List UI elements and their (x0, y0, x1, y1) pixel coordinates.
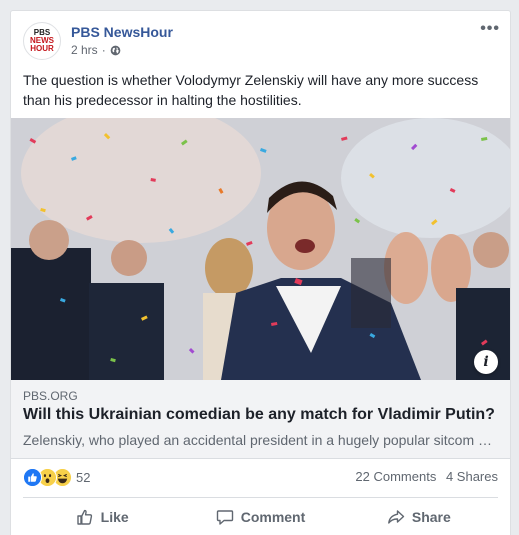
post-card: PBS NEWS HOUR PBS NewsHour 2 hrs · ••• T… (10, 10, 511, 535)
post-timestamp[interactable]: 2 hrs (71, 43, 98, 57)
share-label: Share (411, 509, 451, 525)
link-title[interactable]: Will this Ukrainian comedian be any matc… (23, 406, 495, 424)
info-icon[interactable]: i (474, 350, 498, 374)
engagement-counts: 22 Comments 4 Shares (349, 469, 498, 484)
share-button[interactable]: Share (340, 501, 498, 533)
post-text: The question is whether Volodymyr Zelens… (23, 72, 479, 108)
link-domain: PBS.ORG (23, 389, 78, 403)
comment-icon (216, 510, 233, 525)
post-stats: 52 22 Comments 4 Shares (23, 468, 498, 488)
link-preview-image[interactable]: i (11, 118, 510, 380)
comment-label: Comment (240, 509, 306, 525)
crowd-photo-illustration (11, 118, 510, 380)
comments-count-link[interactable]: 22 Comments (355, 469, 436, 484)
reactions-summary[interactable]: 52 (23, 468, 90, 487)
more-options-icon[interactable]: ••• (480, 21, 500, 37)
share-icon (387, 510, 405, 524)
meta-separator: · (101, 43, 106, 57)
reaction-count: 52 (76, 470, 91, 485)
post-meta: 2 hrs · (71, 43, 121, 57)
logo-line-3: HOUR (30, 44, 54, 53)
page-name-link[interactable]: PBS NewsHour (71, 24, 173, 40)
comment-button[interactable]: Comment (181, 501, 339, 533)
action-bar: Like Comment Share (23, 501, 498, 533)
link-preview[interactable]: PBS.ORG Will this Ukrainian comedian be … (11, 380, 510, 459)
globe-icon[interactable] (110, 45, 121, 56)
link-description: Zelenskiy, who played an accidental pres… (23, 432, 492, 448)
page-avatar[interactable]: PBS NEWS HOUR (23, 22, 61, 60)
like-button[interactable]: Like (23, 501, 181, 533)
thumbs-up-icon (76, 509, 92, 525)
like-reaction-icon (23, 468, 42, 487)
post-header: PBS NEWS HOUR PBS NewsHour 2 hrs · ••• (23, 21, 500, 62)
like-label: Like (100, 509, 129, 525)
action-divider (23, 497, 498, 498)
shares-count-link[interactable]: 4 Shares (446, 469, 498, 484)
